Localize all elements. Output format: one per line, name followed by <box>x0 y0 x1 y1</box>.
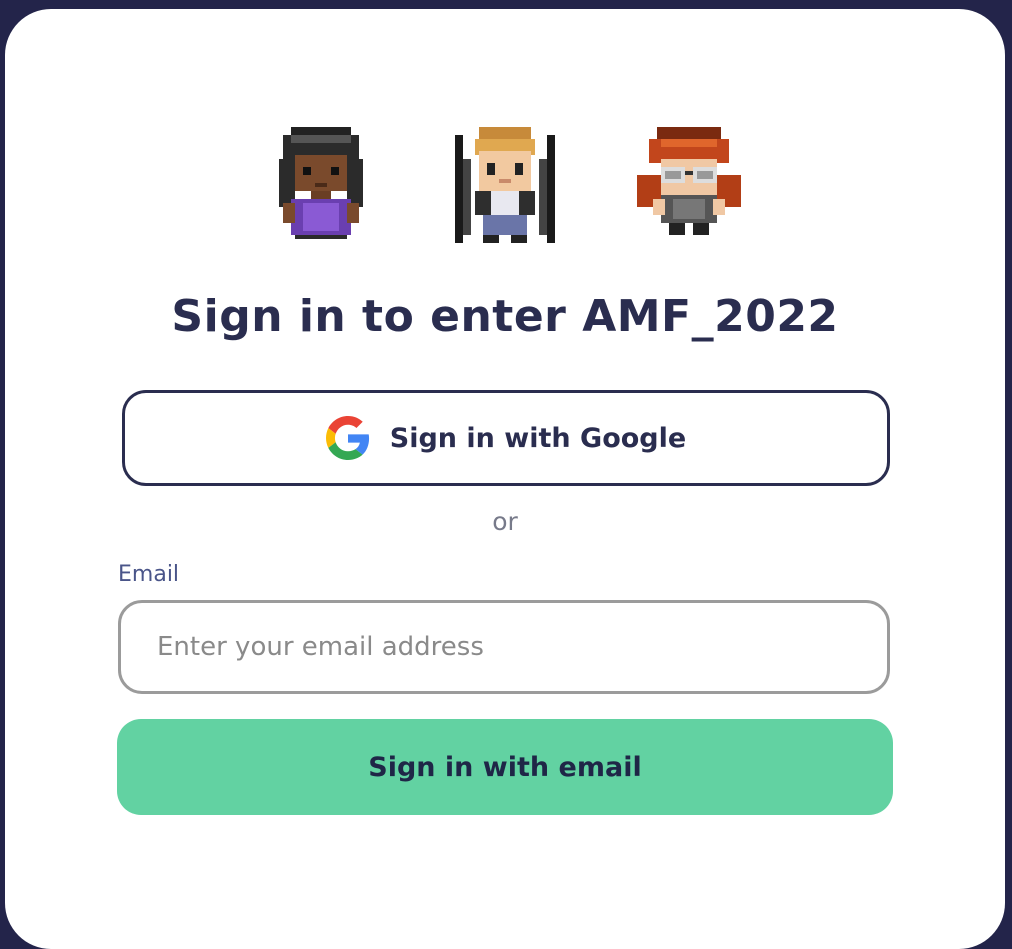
avatar-redhead-glasses <box>637 127 741 239</box>
page-title: Sign in to enter AMF_2022 <box>171 291 839 342</box>
email-label: Email <box>118 562 180 587</box>
google-logo-icon <box>325 416 369 460</box>
google-sign-in-button[interactable]: Sign in with Google <box>122 390 890 486</box>
avatar-blonde-wheelchair <box>455 127 555 243</box>
email-sign-in-button[interactable]: Sign in with email <box>117 719 893 815</box>
avatar-purple-dress <box>271 127 371 239</box>
email-input[interactable] <box>118 600 890 694</box>
google-sign-in-label: Sign in with Google <box>389 422 687 454</box>
avatar-row <box>5 127 1005 257</box>
sign-in-card: Sign in to enter AMF_2022 Sign in with G… <box>5 9 1005 949</box>
or-separator: or <box>492 507 518 536</box>
